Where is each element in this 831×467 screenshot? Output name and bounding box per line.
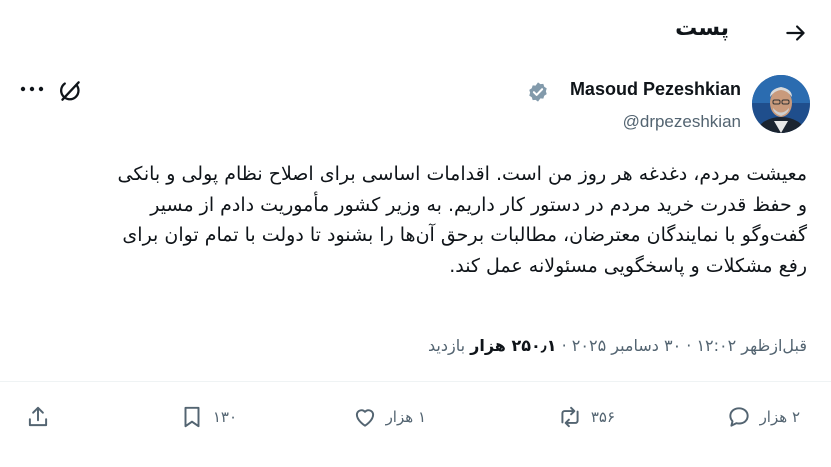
post-header: پست xyxy=(0,0,831,66)
post-text-line: رفع مشکلات و پاسخگویی مسئولانه عمل کند. xyxy=(449,254,807,277)
reply-button[interactable]: ۲ هزار xyxy=(726,402,800,432)
meta-separator: · xyxy=(686,336,692,355)
repost-count: ۳۵۶ xyxy=(590,408,615,426)
post-text-line: گفت‌وگو با نمایندگان معترضان، مطالبات بر… xyxy=(122,224,807,246)
meta-separator: · xyxy=(561,336,567,355)
post-meta: قبل‌ازظهر ۱۲:۰۲ · ۳۰ دسامبر ۲۰۲۵ · ۲۵۰٫۱… xyxy=(428,336,807,355)
grok-icon[interactable] xyxy=(57,78,83,104)
author-name[interactable]: Masoud Pezeshkian xyxy=(570,79,741,100)
back-arrow-icon[interactable] xyxy=(783,20,809,46)
post-text: معیشت مردم، دغدغه هر روز من است. اقدامات… xyxy=(17,159,807,281)
post-date[interactable]: ۳۰ دسامبر ۲۰۲۵ xyxy=(572,336,681,355)
like-button[interactable]: ۱ هزار xyxy=(352,402,426,432)
bookmark-count: ۱۳۰ xyxy=(212,408,237,426)
page-title: پست xyxy=(675,16,729,41)
share-button[interactable] xyxy=(25,402,51,432)
heart-icon xyxy=(355,409,374,427)
author-handle[interactable]: @drpezeshkian xyxy=(623,112,741,132)
avatar[interactable] xyxy=(752,75,810,133)
view-count[interactable]: ۲۵۰٫۱ هزار xyxy=(470,336,556,355)
repost-button[interactable]: ۳۵۶ xyxy=(557,402,615,432)
like-count: ۱ هزار xyxy=(385,408,426,426)
share-icon xyxy=(28,406,48,427)
bookmark-button[interactable]: ۱۳۰ xyxy=(179,402,237,432)
post-text-line: معیشت مردم، دغدغه هر روز من است. اقدامات… xyxy=(117,163,807,185)
reply-icon xyxy=(728,407,749,427)
verified-badge-icon[interactable] xyxy=(527,81,549,103)
reply-count: ۲ هزار xyxy=(759,408,800,426)
divider xyxy=(0,381,831,382)
repost-icon xyxy=(561,406,579,428)
views-label: بازدید xyxy=(428,336,466,355)
more-dots-icon[interactable] xyxy=(18,79,46,99)
bookmark-icon xyxy=(184,406,200,428)
post-time[interactable]: قبل‌ازظهر ۱۲:۰۲ xyxy=(696,336,807,355)
post-text-line: و حفظ قدرت خرید مردم در دستور کار داریم.… xyxy=(150,193,807,216)
